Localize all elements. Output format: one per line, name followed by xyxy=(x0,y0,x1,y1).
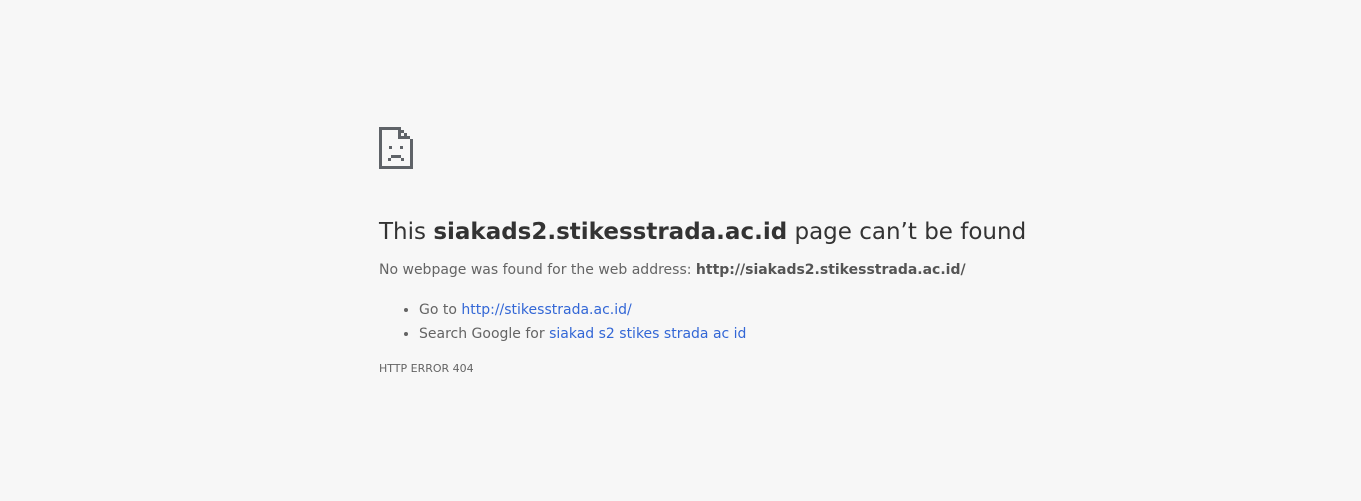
error-code: HTTP ERROR 404 xyxy=(379,362,474,375)
suggestion-go-to: Go to http://stikesstrada.ac.id/ xyxy=(419,298,1279,322)
summary-text: No webpage was found for the web address… xyxy=(379,262,696,278)
suggestions-list: Go to http://stikesstrada.ac.id/ Search … xyxy=(379,298,1279,346)
headline-prefix: This xyxy=(379,219,434,245)
suggestion-go-to-prefix: Go to xyxy=(419,302,462,318)
error-content: This siakads2.stikesstrada.ac.id page ca… xyxy=(379,127,1279,376)
suggestion-search-prefix: Search Google for xyxy=(419,326,550,342)
headline-host: siakads2.stikesstrada.ac.id xyxy=(433,219,788,245)
summary-address: http://siakads2.stikesstrada.ac.id/ xyxy=(695,262,966,278)
sad-document-icon xyxy=(379,127,413,169)
search-google-link[interactable]: siakad s2 stikes strada ac id xyxy=(549,326,746,342)
go-to-link[interactable]: http://stikesstrada.ac.id/ xyxy=(461,302,631,318)
headline-suffix: page can’t be found xyxy=(787,219,1027,245)
main-headline: This siakads2.stikesstrada.ac.id page ca… xyxy=(379,218,1279,246)
suggestion-search: Search Google for siakad s2 stikes strad… xyxy=(419,322,1279,346)
error-summary: No webpage was found for the web address… xyxy=(379,260,1279,280)
error-page: This siakads2.stikesstrada.ac.id page ca… xyxy=(0,0,1361,501)
